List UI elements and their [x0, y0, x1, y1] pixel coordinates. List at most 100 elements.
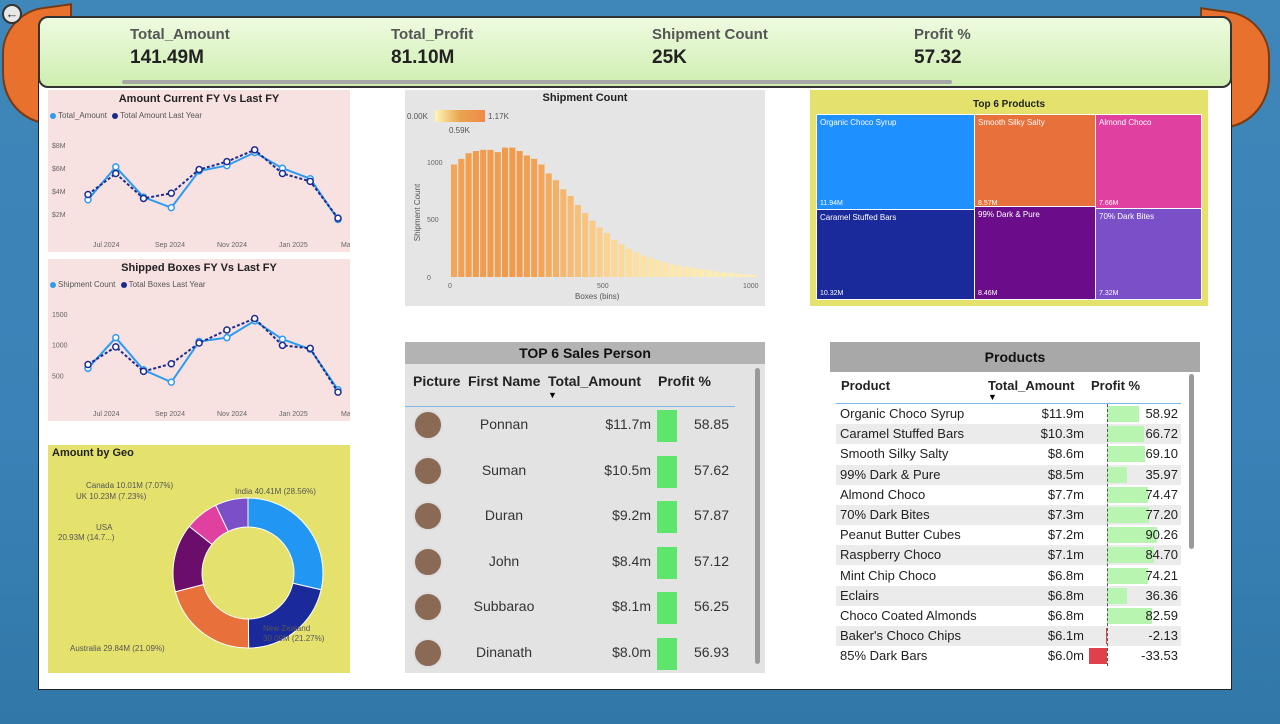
table-row[interactable]: John $8.4m 57.12: [405, 541, 735, 585]
histogram-bar[interactable]: [727, 273, 734, 277]
data-point[interactable]: [167, 189, 176, 197]
histogram-bar[interactable]: [509, 147, 516, 277]
histogram-bar[interactable]: [720, 272, 727, 278]
histogram-bar[interactable]: [582, 212, 589, 277]
data-point[interactable]: [195, 339, 203, 347]
histogram-bar[interactable]: [553, 180, 560, 277]
histogram-bar[interactable]: [647, 257, 654, 277]
treemap-cell[interactable]: Organic Choco Syrup 11.94M: [816, 114, 975, 210]
col-header-total-amount[interactable]: Total_Amount: [988, 378, 1074, 393]
col-header-total-amount[interactable]: Total_Amount: [548, 373, 641, 389]
histogram-bar[interactable]: [698, 269, 705, 277]
table-row[interactable]: Ponnan $11.7m 58.85: [405, 404, 735, 448]
data-point[interactable]: [223, 333, 231, 342]
data-point[interactable]: [112, 343, 120, 351]
data-point[interactable]: [278, 169, 287, 178]
col-header-first-name[interactable]: First Name: [468, 373, 540, 389]
histogram-bar[interactable]: [516, 151, 523, 277]
histogram-bar[interactable]: [604, 233, 611, 277]
table-row[interactable]: Caramel Stuffed Bars $10.3m 66.72: [836, 424, 1181, 445]
table-row[interactable]: Choco Coated Almonds $6.8m 82.59: [836, 606, 1181, 626]
table-row[interactable]: Almond Choco $7.7m 74.47: [836, 485, 1181, 505]
table-scrollbar[interactable]: [755, 368, 760, 664]
histogram-bar[interactable]: [713, 271, 720, 277]
histogram-bar[interactable]: [633, 252, 640, 277]
histogram-bar[interactable]: [611, 239, 618, 277]
data-point[interactable]: [250, 314, 259, 323]
table-row[interactable]: Duran $9.2m 57.87: [405, 495, 735, 539]
data-point[interactable]: [195, 165, 203, 174]
table-row[interactable]: Suman $10.5m 57.62: [405, 450, 735, 494]
data-point[interactable]: [112, 163, 120, 171]
histogram-bar[interactable]: [574, 205, 581, 277]
data-point[interactable]: [278, 341, 287, 350]
table-row[interactable]: Dinanath $8.0m 56.93: [405, 632, 735, 676]
treemap-cell[interactable]: 99% Dark & Pure 8.46M: [974, 206, 1096, 300]
data-point[interactable]: [84, 360, 92, 369]
table-row[interactable]: 70% Dark Bites $7.3m 77.20: [836, 505, 1181, 525]
data-point[interactable]: [167, 359, 176, 368]
data-point[interactable]: [223, 157, 231, 166]
col-header-profit-pct[interactable]: Profit %: [1091, 378, 1140, 393]
donut-slice[interactable]: [247, 497, 324, 591]
histogram-bar[interactable]: [618, 244, 625, 277]
histogram-bar[interactable]: [480, 149, 487, 277]
histogram-bar[interactable]: [706, 270, 713, 277]
kpi-scrollbar[interactable]: [122, 80, 952, 84]
histogram-bar[interactable]: [596, 227, 603, 278]
table-row[interactable]: 99% Dark & Pure $8.5m 35.97: [836, 464, 1181, 485]
data-point[interactable]: [250, 146, 259, 154]
histogram-bar[interactable]: [465, 153, 472, 277]
table-row[interactable]: Raspberry Choco $7.1m 84.70: [836, 545, 1181, 566]
table-row[interactable]: Peanut Butter Cubes $7.2m 90.26: [836, 525, 1181, 545]
sort-desc-icon[interactable]: ▼: [548, 390, 557, 400]
donut-slice[interactable]: [174, 583, 250, 649]
data-point[interactable]: [306, 344, 314, 353]
table-row[interactable]: Subbarao $8.1m 56.25: [405, 586, 735, 630]
data-point[interactable]: [223, 326, 231, 334]
top-products-treemap[interactable]: Top 6 Products Organic Choco Syrup 11.94M…: [810, 90, 1208, 306]
histogram-bar[interactable]: [494, 152, 501, 277]
table-scrollbar[interactable]: [1189, 374, 1194, 549]
col-header-picture[interactable]: Picture: [413, 373, 460, 389]
histogram-bar[interactable]: [662, 262, 669, 277]
histogram-bar[interactable]: [472, 151, 479, 277]
data-point[interactable]: [139, 367, 148, 376]
histogram-bar[interactable]: [545, 173, 552, 278]
amount-fy-chart[interactable]: Amount Current FY Vs Last FY Total_Amoun…: [48, 90, 350, 252]
histogram-bar[interactable]: [749, 274, 756, 277]
data-point[interactable]: [167, 203, 176, 212]
treemap-cell[interactable]: Almond Choco 7.66M: [1095, 114, 1202, 210]
data-point[interactable]: [334, 214, 342, 222]
histogram-bar[interactable]: [531, 158, 538, 277]
treemap-cell[interactable]: 70% Dark Bites 7.32M: [1095, 208, 1202, 300]
histogram-bar[interactable]: [655, 260, 662, 277]
data-point[interactable]: [112, 169, 120, 178]
data-point[interactable]: [278, 335, 287, 343]
amount-by-geo-chart[interactable]: Amount by Geo India 40.41M (28.56%) New …: [48, 445, 350, 673]
table-row[interactable]: Eclairs $6.8m 36.36: [836, 585, 1181, 606]
histogram-bar[interactable]: [691, 268, 698, 277]
table-row[interactable]: Organic Choco Syrup $11.9m 58.92: [836, 404, 1181, 424]
histogram-bar[interactable]: [487, 149, 494, 277]
histogram-bar[interactable]: [538, 164, 545, 278]
back-arrow-icon[interactable]: ←: [2, 4, 22, 24]
histogram-bar[interactable]: [560, 189, 567, 277]
col-header-profit-pct[interactable]: Profit %: [658, 373, 711, 389]
histogram-bar[interactable]: [669, 264, 676, 277]
histogram-bar[interactable]: [567, 196, 574, 277]
table-row[interactable]: Baker's Choco Chips $6.1m -2.13: [836, 626, 1181, 647]
histogram-bar[interactable]: [735, 273, 742, 277]
sort-desc-icon[interactable]: ▼: [988, 392, 997, 402]
boxes-fy-chart[interactable]: Shipped Boxes FY Vs Last FY Shipment Cou…: [48, 259, 350, 421]
histogram-bar[interactable]: [742, 274, 749, 277]
histogram-bar[interactable]: [451, 164, 458, 278]
data-point[interactable]: [306, 177, 314, 186]
data-point[interactable]: [167, 378, 176, 386]
table-row[interactable]: 85% Dark Bars $6.0m -33.53: [836, 646, 1181, 666]
data-point[interactable]: [334, 388, 342, 396]
histogram-bar[interactable]: [502, 147, 509, 277]
histogram-bar[interactable]: [523, 155, 530, 278]
treemap-cell[interactable]: Smooth Silky Salty 8.57M: [974, 114, 1096, 210]
histogram-bar[interactable]: [684, 266, 691, 277]
